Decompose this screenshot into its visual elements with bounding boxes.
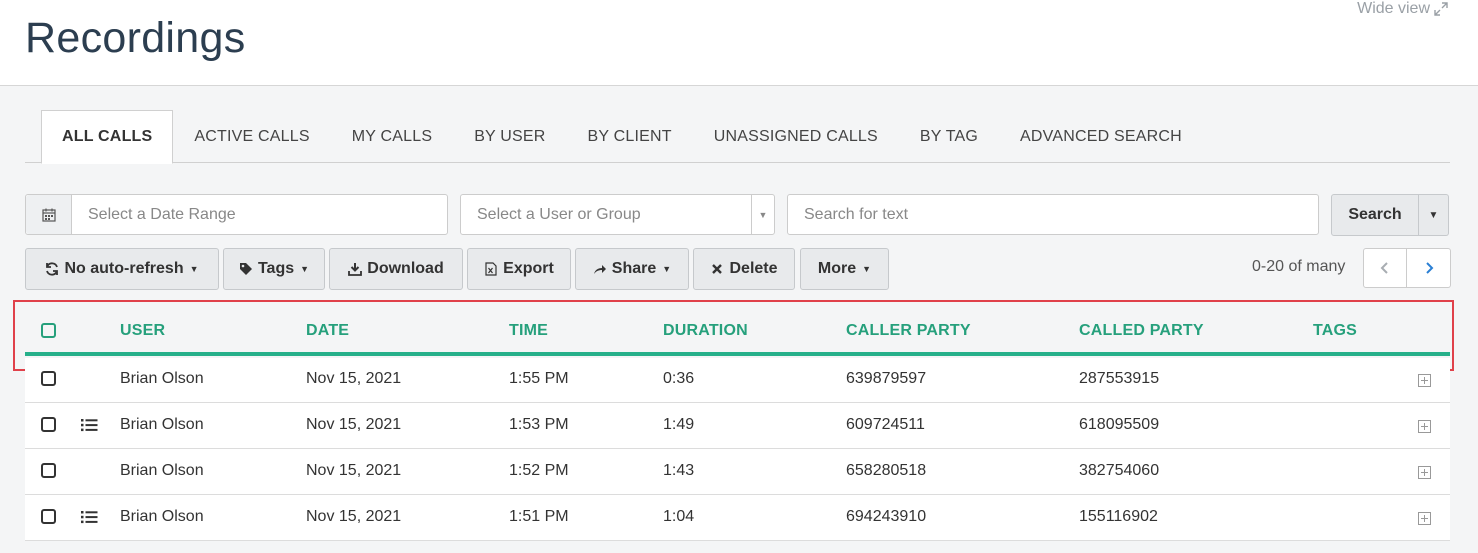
cell-caller-party: 609724511 bbox=[846, 416, 925, 433]
user-group-select[interactable]: Select a User or Group ▼ bbox=[460, 194, 775, 235]
chevron-down-icon[interactable]: ▼ bbox=[751, 195, 774, 234]
row-checkbox[interactable] bbox=[41, 371, 56, 386]
cell-called-party: 287553915 bbox=[1079, 370, 1160, 387]
pagination-status: 0-20 of many bbox=[1252, 258, 1346, 275]
cell-duration: 1:49 bbox=[663, 416, 695, 433]
table-row[interactable]: Brian Olson Nov 15, 2021 1:52 PM 1:43 65… bbox=[25, 449, 1450, 495]
wide-view-label: Wide view bbox=[1357, 0, 1430, 17]
more-label: More bbox=[817, 260, 857, 277]
cell-user: Brian Olson bbox=[120, 416, 204, 433]
tab-advanced-search[interactable]: ADVANCED SEARCH bbox=[999, 110, 1203, 163]
table-row[interactable]: Brian Olson Nov 15, 2021 1:53 PM 1:49 60… bbox=[25, 403, 1450, 449]
user-group-placeholder: Select a User or Group bbox=[477, 205, 641, 223]
cell-time: 1:53 PM bbox=[509, 416, 569, 433]
search-options-caret-icon[interactable]: ▼ bbox=[1419, 194, 1449, 236]
share-label: Share bbox=[611, 260, 657, 277]
wide-view-toggle[interactable]: Wide view bbox=[1357, 0, 1448, 18]
tag-icon bbox=[239, 263, 252, 275]
page-title: Recordings bbox=[25, 14, 246, 62]
cell-time: 1:52 PM bbox=[509, 462, 569, 479]
cell-duration: 1:04 bbox=[663, 508, 695, 525]
expand-arrows-icon bbox=[1434, 2, 1448, 16]
cell-called-party: 618095509 bbox=[1079, 416, 1160, 433]
delete-button[interactable]: Delete bbox=[693, 248, 795, 290]
tab-all-calls[interactable]: ALL CALLS bbox=[41, 110, 174, 164]
expand-plus-icon[interactable] bbox=[1418, 466, 1431, 479]
pager bbox=[1363, 248, 1451, 288]
refresh-icon bbox=[46, 262, 59, 276]
tab-unassigned-calls[interactable]: UNASSIGNED CALLS bbox=[693, 110, 899, 163]
tab-bar: ALL CALLS ACTIVE CALLS MY CALLS BY USER … bbox=[25, 110, 1450, 164]
more-button[interactable]: More ▼ bbox=[800, 248, 889, 290]
date-range-input[interactable]: Select a Date Range bbox=[25, 194, 448, 235]
notes-list-icon[interactable] bbox=[81, 418, 98, 432]
download-label: Download bbox=[367, 260, 444, 277]
caret-down-icon: ▼ bbox=[662, 264, 672, 274]
search-text-placeholder: Search for text bbox=[804, 205, 909, 223]
close-icon bbox=[712, 264, 723, 274]
expand-plus-icon[interactable] bbox=[1418, 420, 1431, 433]
auto-refresh-button[interactable]: No auto-refresh ▼ bbox=[25, 248, 219, 290]
cell-duration: 0:36 bbox=[663, 370, 695, 387]
chevron-right-icon bbox=[1425, 262, 1433, 274]
tab-by-tag[interactable]: BY TAG bbox=[899, 110, 999, 163]
cell-caller-party: 694243910 bbox=[846, 508, 927, 525]
row-checkbox[interactable] bbox=[41, 417, 56, 432]
table-row[interactable]: Brian Olson Nov 15, 2021 1:55 PM 0:36 63… bbox=[25, 358, 1450, 403]
tags-label: Tags bbox=[257, 260, 295, 277]
notes-list-icon[interactable] bbox=[81, 510, 98, 524]
expand-plus-icon[interactable] bbox=[1418, 512, 1431, 525]
search-text-input[interactable]: Search for text bbox=[787, 194, 1319, 235]
cell-duration: 1:43 bbox=[663, 462, 695, 479]
cell-date: Nov 15, 2021 bbox=[306, 462, 402, 479]
download-button[interactable]: Download bbox=[329, 248, 463, 290]
calendar-icon[interactable] bbox=[26, 195, 72, 234]
tags-button[interactable]: Tags ▼ bbox=[223, 248, 325, 290]
next-page-button[interactable] bbox=[1407, 248, 1451, 288]
auto-refresh-label: No auto-refresh bbox=[64, 260, 184, 277]
page-header: Recordings Wide view bbox=[0, 0, 1478, 86]
share-arrow-icon bbox=[593, 265, 606, 274]
export-button[interactable]: Export bbox=[467, 248, 571, 290]
delete-label: Delete bbox=[729, 260, 778, 277]
cell-time: 1:51 PM bbox=[509, 508, 569, 525]
row-checkbox[interactable] bbox=[41, 509, 56, 524]
tab-by-client[interactable]: BY CLIENT bbox=[567, 110, 693, 163]
cell-user: Brian Olson bbox=[120, 370, 204, 387]
export-label: Export bbox=[503, 260, 554, 277]
search-button[interactable]: Search bbox=[1331, 194, 1419, 236]
chevron-left-icon bbox=[1380, 262, 1388, 274]
tab-active-calls[interactable]: ACTIVE CALLS bbox=[173, 110, 330, 163]
table-body: Brian Olson Nov 15, 2021 1:55 PM 0:36 63… bbox=[25, 358, 1450, 541]
table-row[interactable]: Brian Olson Nov 15, 2021 1:51 PM 1:04 69… bbox=[25, 495, 1450, 541]
caret-down-icon: ▼ bbox=[300, 264, 310, 274]
cell-caller-party: 658280518 bbox=[846, 462, 927, 479]
caret-down-icon: ▼ bbox=[862, 264, 872, 274]
cell-called-party: 382754060 bbox=[1079, 462, 1160, 479]
date-range-placeholder: Select a Date Range bbox=[88, 205, 236, 223]
tab-my-calls[interactable]: MY CALLS bbox=[331, 110, 453, 163]
tab-by-user[interactable]: BY USER bbox=[453, 110, 566, 163]
share-button[interactable]: Share ▼ bbox=[575, 248, 689, 290]
cell-user: Brian Olson bbox=[120, 508, 204, 525]
cell-date: Nov 15, 2021 bbox=[306, 370, 402, 387]
cell-date: Nov 15, 2021 bbox=[306, 508, 402, 525]
row-checkbox[interactable] bbox=[41, 463, 56, 478]
cell-date: Nov 15, 2021 bbox=[306, 416, 402, 433]
search-button-group: Search ▼ bbox=[1331, 194, 1449, 236]
caret-down-icon: ▼ bbox=[189, 264, 199, 274]
cell-user: Brian Olson bbox=[120, 462, 204, 479]
cell-called-party: 155116902 bbox=[1079, 508, 1158, 525]
previous-page-button[interactable] bbox=[1363, 248, 1407, 288]
cell-time: 1:55 PM bbox=[509, 370, 569, 387]
excel-file-icon bbox=[485, 262, 497, 276]
expand-plus-icon[interactable] bbox=[1418, 374, 1431, 387]
download-icon bbox=[348, 263, 363, 276]
cell-caller-party: 639879597 bbox=[846, 370, 927, 387]
